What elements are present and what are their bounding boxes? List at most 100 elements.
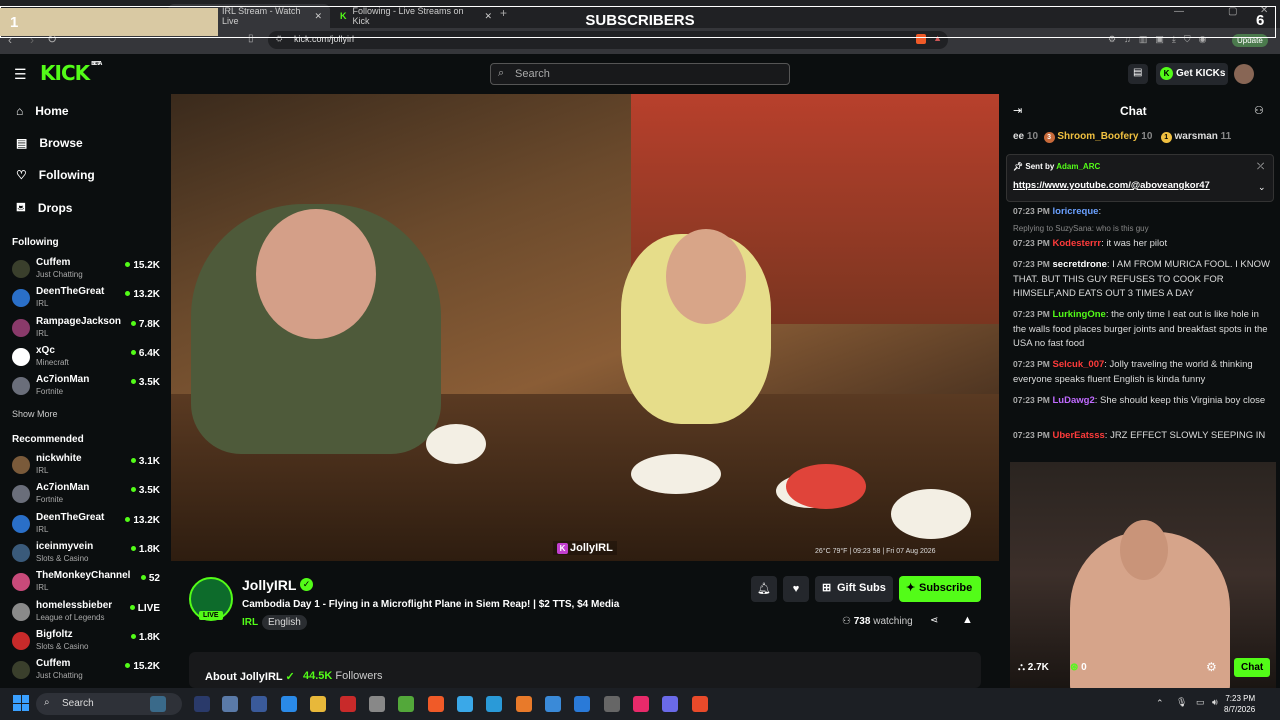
message-username[interactable]: loricreque xyxy=(1053,206,1099,217)
kicks-balance[interactable]: ⊛ 0 xyxy=(1070,662,1087,673)
chat-message: 07:23 PM LuDawg2: She should keep this V… xyxy=(1013,395,1266,406)
monitor-icon[interactable] xyxy=(251,696,267,712)
message-username[interactable]: Kodesterrr xyxy=(1053,238,1102,249)
pinwheel-icon[interactable] xyxy=(692,696,708,712)
firefox-icon[interactable] xyxy=(516,696,532,712)
network-tool-icon[interactable] xyxy=(222,696,238,712)
pinned-link[interactable]: https://www.youtube.com/@aboveangkor47 xyxy=(1013,180,1210,191)
sidebar-channel-ac7ionman[interactable]: Ac7ionMan Fortnite 3.5K xyxy=(12,373,160,401)
channel-name: Ac7ionMan xyxy=(36,374,90,386)
sidebar-channel-xqc[interactable]: xQc Minecraft 6.4K xyxy=(12,344,160,372)
clock-icon[interactable] xyxy=(369,696,385,712)
avatar[interactable] xyxy=(1234,64,1254,84)
video-person-right-head xyxy=(666,229,746,324)
library-button[interactable]: ▤ xyxy=(1128,64,1148,84)
message-username[interactable]: secretdrone xyxy=(1053,259,1107,270)
sidebar-channel-themonkeychannel[interactable]: TheMonkeyChannel IRL 52 xyxy=(12,569,160,597)
sidebar-channel-homelessbieber[interactable]: homelessbieber League of Legends LIVE xyxy=(12,599,160,627)
pinned-username[interactable]: Adam_ARC xyxy=(1056,162,1100,171)
obs-icon[interactable] xyxy=(604,696,620,712)
follow-button[interactable]: ♥ xyxy=(783,576,809,602)
leaderboard-name[interactable]: ee xyxy=(1013,131,1024,142)
chrome-icon[interactable] xyxy=(457,696,473,712)
channel-name: DeenTheGreat xyxy=(36,286,105,298)
notification-button[interactable]: 🔔︎ xyxy=(751,576,777,602)
shield-app-icon[interactable] xyxy=(398,696,414,712)
avatar xyxy=(12,485,30,504)
viewer-count: 3.1K xyxy=(131,456,160,467)
menu-icon[interactable]: ☰ xyxy=(14,66,27,83)
search-bar-decoration-icon[interactable] xyxy=(150,696,166,712)
get-kicks-button[interactable]: K Get KICKs xyxy=(1156,63,1228,85)
sidebar-channel-ac7ionman[interactable]: Ac7ionMan Fortnite 3.5K xyxy=(12,481,160,509)
kick-logo[interactable]: KICK BETA xyxy=(40,61,102,85)
channel-name: Bigfoltz xyxy=(36,628,73,640)
live-badge: LIVE xyxy=(199,611,223,620)
channel-name[interactable]: JollyIRL xyxy=(242,577,296,593)
pinned-message: 📌︎ Sent by Adam_ARC https://www.youtube.… xyxy=(1006,154,1274,202)
sidebar-channel-deenthegreat[interactable]: DeenTheGreat IRL 13.2K xyxy=(12,285,160,313)
category-link[interactable]: IRL xyxy=(242,617,258,628)
tray-chevron-icon[interactable]: ⌃ xyxy=(1156,698,1164,709)
message-username[interactable]: LurkingOne xyxy=(1053,309,1106,320)
channel-points[interactable]: ⛬ 2.7K xyxy=(1018,662,1049,673)
language-tag[interactable]: English xyxy=(262,615,307,630)
app-icon[interactable] xyxy=(545,696,561,712)
volume-icon[interactable]: 🔊︎ xyxy=(1212,697,1218,708)
terminal-icon[interactable] xyxy=(194,696,210,712)
sidebar-channel-deenthegreat[interactable]: DeenTheGreat IRL 13.2K xyxy=(12,511,160,539)
tiktok-icon[interactable] xyxy=(633,696,649,712)
chevron-down-icon[interactable]: ⌄ xyxy=(1258,182,1266,193)
folder-icon[interactable] xyxy=(310,696,326,712)
message-username[interactable]: LuDawg2 xyxy=(1053,395,1095,406)
message-username[interactable]: Selcuk_007 xyxy=(1053,359,1105,370)
sidebar-channel-rampagejackson[interactable]: RampageJackson IRL 7.8K xyxy=(12,315,160,343)
webcam-overlay xyxy=(1010,462,1276,688)
heart-icon: ♥ xyxy=(792,583,800,595)
search-input[interactable]: ⌕ Search xyxy=(490,63,790,85)
sidebar-channel-cuffem[interactable]: Cuffem Just Chatting 15.2K xyxy=(12,657,160,685)
leaderboard-name[interactable]: warsman xyxy=(1175,131,1218,142)
unpin-icon[interactable]: ⤫ xyxy=(1257,161,1264,172)
discord-icon[interactable] xyxy=(662,696,678,712)
show-more-link[interactable]: Show More xyxy=(12,409,58,419)
kicks-coin-icon: K xyxy=(1160,67,1173,80)
settings-icon[interactable]: ⚙ xyxy=(1206,660,1217,674)
reply-context: Replying to SuzySana: who is this guy xyxy=(1013,224,1149,233)
collapse-chat-icon[interactable]: ⇥ xyxy=(1013,104,1022,117)
clock-time: 7:23 PM xyxy=(1225,694,1256,703)
verified-icon: ✓ xyxy=(300,578,313,591)
sidebar-item-browse[interactable]: ▤ Browse xyxy=(16,136,83,150)
chat-send-button[interactable]: Chat xyxy=(1234,658,1271,677)
subscribe-button[interactable]: ✦ Subscribe xyxy=(899,576,981,602)
edge-icon[interactable] xyxy=(486,696,502,712)
sidebar-item-following[interactable]: ♡ Following xyxy=(16,168,95,182)
brave-icon[interactable] xyxy=(428,696,444,712)
network-icon[interactable]: ▭ xyxy=(1196,697,1205,708)
chat-message: 07:23 PM Selcuk_007: Jolly traveling the… xyxy=(1013,359,1253,385)
leaderboard-name[interactable]: Shroom_Boofery xyxy=(1057,131,1138,142)
news-icon[interactable] xyxy=(340,696,356,712)
message-time: 07:23 PM xyxy=(1013,309,1050,319)
vscode-icon[interactable] xyxy=(574,696,590,712)
sidebar-channel-nickwhite[interactable]: nickwhite IRL 3.1K xyxy=(12,452,160,480)
sidebar-channel-bigfoltz[interactable]: Bigfoltz Slots & Casino 1.8K xyxy=(12,628,160,656)
gift-subs-button[interactable]: ⊞ Gift Subs xyxy=(815,576,893,602)
start-icon[interactable] xyxy=(13,695,29,711)
message-username[interactable]: UberEatsss xyxy=(1053,430,1105,441)
taskbar-search-label: Search xyxy=(62,698,94,709)
chat-title: Chat xyxy=(1120,104,1147,118)
share-icon[interactable]: ⋖ xyxy=(930,615,938,626)
sidebar-channel-iceinmyvein[interactable]: iceinmyvein Slots & Casino 1.8K xyxy=(12,540,160,568)
channel-category: League of Legends xyxy=(36,612,105,622)
sidebar-item-home[interactable]: ⌂ Home xyxy=(16,104,69,118)
mic-icon[interactable]: 🎙︎ xyxy=(1176,697,1187,708)
video-player[interactable] xyxy=(171,94,999,561)
sidebar-channel-cuffem[interactable]: Cuffem Just Chatting 15.2K xyxy=(12,256,160,284)
remote-icon[interactable] xyxy=(281,696,297,712)
start-icon-tile xyxy=(21,703,29,711)
sidebar-item-drops[interactable]: ⛾ Drops xyxy=(16,200,72,216)
chat-users-icon[interactable]: ⚇ xyxy=(1254,104,1264,117)
taskbar-clock[interactable]: 7:23 PM 8/7/2026 xyxy=(1224,693,1255,715)
report-icon[interactable]: ▲ xyxy=(962,614,973,626)
